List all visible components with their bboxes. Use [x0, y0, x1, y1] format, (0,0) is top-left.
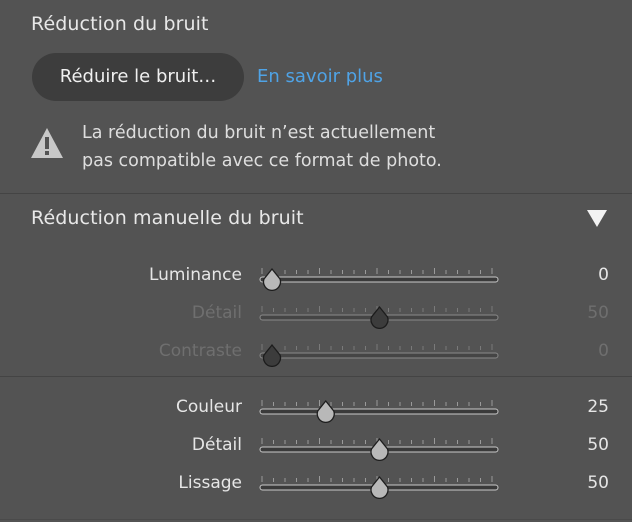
warning-triangle-icon: [31, 128, 63, 158]
compatibility-warning: La réduction du bruit n’est actuellement…: [82, 119, 442, 175]
noise-reduction-panel: Réduction du bruit Réduire le bruit… En …: [0, 0, 632, 522]
learn-more-link[interactable]: En savoir plus: [257, 66, 383, 87]
slider-track[interactable]: [258, 393, 502, 423]
slider-thumb: [370, 475, 389, 499]
slider-label: Couleur: [176, 397, 242, 417]
slider-value[interactable]: 50: [587, 303, 609, 323]
slider-label: Détail: [191, 303, 242, 323]
bottom-divider: [0, 519, 632, 520]
slider-rail: [259, 352, 499, 359]
slider-row: Détail 50: [0, 299, 632, 329]
manual-noise-reduction-title[interactable]: Réduction manuelle du bruit: [31, 207, 304, 229]
slider-value[interactable]: 25: [587, 397, 609, 417]
slider-track[interactable]: [258, 431, 502, 461]
slider-row: Luminance 0: [0, 261, 632, 291]
slider-track[interactable]: [258, 469, 502, 499]
slider-value[interactable]: 50: [587, 473, 609, 493]
slider-label: Contraste: [158, 341, 242, 361]
slider-thumb: [370, 437, 389, 461]
slider-track[interactable]: [258, 337, 502, 367]
slider-label: Détail: [191, 435, 242, 455]
slider-thumb: [262, 343, 282, 367]
slider-thumb: [370, 305, 389, 329]
slider-thumb: [262, 267, 282, 291]
slider-row: Couleur 25: [0, 393, 632, 423]
slider-track[interactable]: [258, 299, 502, 329]
slider-rail: [259, 276, 499, 283]
slider-track[interactable]: [258, 261, 502, 291]
slider-row: Détail 50: [0, 431, 632, 461]
slider-label: Luminance: [148, 265, 242, 285]
noise-reduction-title: Réduction du bruit: [31, 13, 209, 35]
slider-label: Lissage: [178, 473, 242, 493]
group-divider: [0, 376, 632, 377]
reduce-noise-button[interactable]: Réduire le bruit…: [32, 53, 244, 101]
section-divider: [0, 193, 632, 194]
slider-row: Lissage 50: [0, 469, 632, 499]
slider-value[interactable]: 0: [598, 265, 609, 285]
slider-rail: [259, 408, 499, 415]
slider-value[interactable]: 0: [598, 341, 609, 361]
slider-row: Contraste 0: [0, 337, 632, 367]
warning-line-2: pas compatible avec ce format de photo.: [82, 151, 442, 171]
warning-line-1: La réduction du bruit n’est actuellement: [82, 123, 436, 143]
triangle-down-icon[interactable]: [587, 210, 607, 227]
slider-value[interactable]: 50: [587, 435, 609, 455]
